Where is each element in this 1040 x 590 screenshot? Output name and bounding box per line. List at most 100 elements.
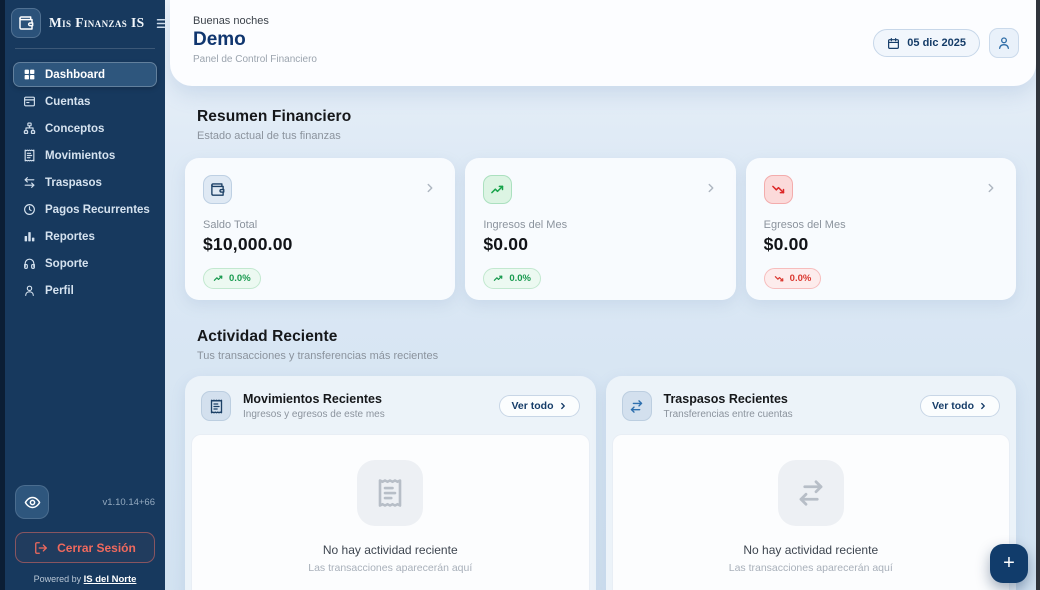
sidebar-item-label: Conceptos bbox=[45, 123, 104, 135]
sidebar-item-reportes[interactable]: Reportes bbox=[13, 224, 157, 249]
main-area: Buenas noches Demo Panel de Control Fina… bbox=[165, 0, 1036, 590]
sidebar-item-dashboard[interactable]: Dashboard bbox=[13, 62, 157, 87]
profile-icon bbox=[23, 284, 36, 297]
trend-value: 0.0% bbox=[509, 273, 531, 284]
chevron-right-icon bbox=[558, 401, 568, 411]
app-window: Mis Finanzas IS Dashboard Cuentas Concep… bbox=[0, 0, 1040, 590]
trending-down-icon bbox=[764, 175, 793, 204]
add-button[interactable]: + bbox=[990, 544, 1028, 583]
date-label: 05 dic 2025 bbox=[907, 37, 966, 49]
sidebar-item-traspasos[interactable]: Traspasos bbox=[13, 170, 157, 195]
user-icon bbox=[996, 35, 1012, 51]
chevron-right-icon bbox=[984, 181, 998, 200]
summary-cards-row: Saldo Total $10,000.00 0.0% bbox=[185, 158, 1016, 300]
ver-todo-label: Ver todo bbox=[932, 400, 974, 412]
panel-header: Traspasos Recientes Transferencias entre… bbox=[606, 376, 1017, 434]
sidebar-item-movimientos[interactable]: Movimientos bbox=[13, 143, 157, 168]
sidebar-item-pagos-recurrentes[interactable]: Pagos Recurrentes bbox=[13, 197, 157, 222]
sidebar-item-label: Pagos Recurrentes bbox=[45, 204, 150, 216]
powered-by: Powered by IS del Norte bbox=[15, 574, 155, 585]
card-value: $10,000.00 bbox=[203, 234, 437, 255]
ver-todo-label: Ver todo bbox=[511, 400, 553, 412]
summary-title: Resumen Financiero bbox=[197, 108, 1016, 126]
summary-subtitle: Estado actual de tus finanzas bbox=[197, 130, 1016, 142]
card-value: $0.00 bbox=[764, 234, 998, 255]
wallet-icon bbox=[203, 175, 232, 204]
reports-icon bbox=[23, 230, 36, 243]
eye-icon[interactable] bbox=[15, 485, 49, 519]
sidebar-item-label: Reportes bbox=[45, 231, 95, 243]
card-label: Saldo Total bbox=[203, 219, 437, 231]
panel-title: Traspasos Recientes bbox=[664, 392, 793, 406]
sidebar-item-label: Soporte bbox=[45, 258, 88, 270]
empty-title: No hay actividad reciente bbox=[613, 543, 1010, 557]
egresos-card[interactable]: Egresos del Mes $0.00 0.0% bbox=[746, 158, 1016, 300]
recurring-payments-icon bbox=[23, 203, 36, 216]
saldo-total-card[interactable]: Saldo Total $10,000.00 0.0% bbox=[185, 158, 455, 300]
chevron-right-icon bbox=[978, 401, 988, 411]
ingresos-card[interactable]: Ingresos del Mes $0.00 0.0% bbox=[465, 158, 735, 300]
header-controls: 05 dic 2025 bbox=[873, 28, 1019, 58]
sidebar-footer: v1.10.14+66 Cerrar Sesión Powered by IS … bbox=[5, 485, 165, 590]
sidebar-divider bbox=[15, 48, 155, 49]
scrollbar[interactable] bbox=[1036, 0, 1040, 590]
trending-up-icon bbox=[213, 273, 224, 284]
sidebar-item-label: Traspasos bbox=[45, 177, 102, 189]
app-version: v1.10.14+66 bbox=[102, 497, 155, 508]
ver-todo-button[interactable]: Ver todo bbox=[499, 395, 579, 417]
sidebar-item-cuentas[interactable]: Cuentas bbox=[13, 89, 157, 114]
logout-label: Cerrar Sesión bbox=[57, 541, 136, 555]
powered-by-brand-link[interactable]: IS del Norte bbox=[84, 574, 137, 585]
concepts-icon bbox=[23, 122, 36, 135]
panel-title: Movimientos Recientes bbox=[243, 392, 385, 406]
activity-panels-row: Movimientos Recientes Ingresos y egresos… bbox=[185, 376, 1016, 590]
card-label: Egresos del Mes bbox=[764, 219, 998, 231]
card-label: Ingresos del Mes bbox=[483, 219, 717, 231]
trending-down-icon bbox=[774, 273, 785, 284]
sidebar-item-label: Movimientos bbox=[45, 150, 115, 162]
movimientos-recientes-panel: Movimientos Recientes Ingresos y egresos… bbox=[185, 376, 596, 590]
dashboard-icon bbox=[23, 68, 36, 81]
trending-up-icon bbox=[483, 175, 512, 204]
logout-button[interactable]: Cerrar Sesión bbox=[15, 532, 155, 563]
sidebar-item-label: Dashboard bbox=[45, 69, 105, 81]
trend-badge: 0.0% bbox=[203, 268, 261, 289]
sidebar-item-conceptos[interactable]: Conceptos bbox=[13, 116, 157, 141]
trend-badge: 0.0% bbox=[483, 268, 541, 289]
sidebar-item-perfil[interactable]: Perfil bbox=[13, 278, 157, 303]
powered-by-prefix: Powered by bbox=[34, 574, 82, 584]
support-icon bbox=[23, 257, 36, 270]
trend-badge: 0.0% bbox=[764, 268, 822, 289]
sidebar-nav: Dashboard Cuentas Conceptos Movimientos … bbox=[5, 62, 165, 303]
plus-icon: + bbox=[1003, 552, 1015, 575]
transfers-icon bbox=[23, 176, 36, 189]
activity-subtitle: Tus transacciones y transferencias más r… bbox=[197, 350, 1016, 362]
ver-todo-button[interactable]: Ver todo bbox=[920, 395, 1000, 417]
logout-icon bbox=[34, 541, 48, 555]
sidebar: Mis Finanzas IS Dashboard Cuentas Concep… bbox=[5, 0, 165, 590]
greeting-text: Buenas noches bbox=[170, 0, 1036, 27]
movements-icon bbox=[23, 149, 36, 162]
user-profile-button[interactable] bbox=[989, 28, 1019, 58]
sidebar-header: Mis Finanzas IS bbox=[5, 0, 165, 46]
trending-up-icon bbox=[493, 273, 504, 284]
date-picker-button[interactable]: 05 dic 2025 bbox=[873, 29, 980, 57]
activity-title: Actividad Reciente bbox=[197, 328, 1016, 346]
transfer-arrows-icon bbox=[778, 460, 844, 526]
empty-subtitle: Las transacciones aparecerán aquí bbox=[613, 562, 1010, 574]
empty-subtitle: Las transacciones aparecerán aquí bbox=[192, 562, 589, 574]
wallet-icon bbox=[18, 15, 34, 31]
panel-subtitle: Ingresos y egresos de este mes bbox=[243, 409, 385, 420]
accounts-icon bbox=[23, 95, 36, 108]
empty-title: No hay actividad reciente bbox=[192, 543, 589, 557]
sidebar-item-soporte[interactable]: Soporte bbox=[13, 251, 157, 276]
app-title: Mis Finanzas IS bbox=[49, 15, 145, 31]
sidebar-item-label: Cuentas bbox=[45, 96, 90, 108]
receipt-icon bbox=[201, 391, 231, 421]
page-header: Buenas noches Demo Panel de Control Fina… bbox=[170, 0, 1036, 86]
panel-empty-state: No hay actividad reciente Las transaccio… bbox=[191, 434, 590, 590]
traspasos-recientes-panel: Traspasos Recientes Transferencias entre… bbox=[606, 376, 1017, 590]
activity-section: Actividad Reciente Tus transacciones y t… bbox=[185, 328, 1016, 590]
trend-value: 0.0% bbox=[790, 273, 812, 284]
chevron-right-icon bbox=[423, 181, 437, 200]
